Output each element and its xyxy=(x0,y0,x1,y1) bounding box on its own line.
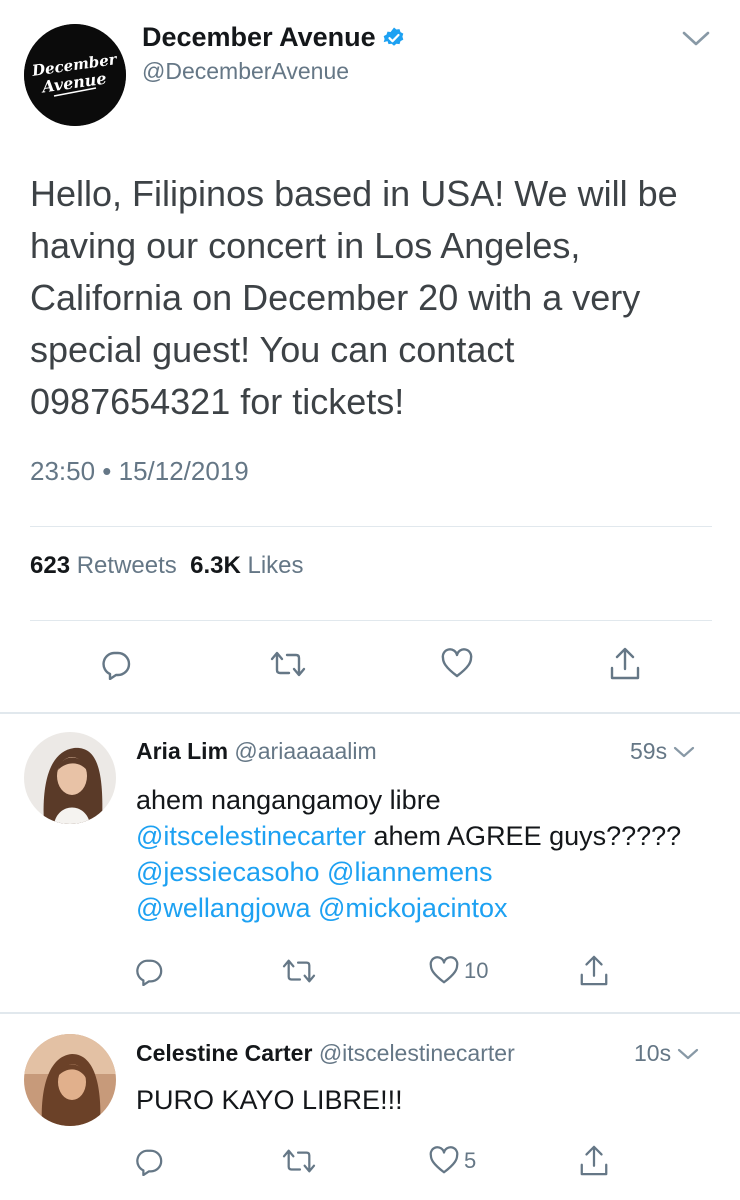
reply-header: Celestine Carter @itscelestinecarter xyxy=(136,1040,515,1067)
reply-text: PURO KAYO LIBRE!!! xyxy=(136,1085,403,1115)
share-button[interactable] xyxy=(578,954,610,988)
retweet-button[interactable] xyxy=(280,1146,318,1176)
reply-author-name[interactable]: Celestine Carter xyxy=(136,1040,312,1066)
reply-text: ahem nangangamoy libre @itscelestinecart… xyxy=(136,782,716,926)
author-handle[interactable]: @DecemberAvenue xyxy=(142,58,349,85)
author-name-text[interactable]: December Avenue xyxy=(142,22,376,53)
verified-badge-icon xyxy=(382,26,406,50)
retweet-icon xyxy=(282,959,316,983)
retweet-button[interactable] xyxy=(280,956,318,986)
divider xyxy=(30,526,712,527)
reply-author-name[interactable]: Aria Lim xyxy=(136,738,228,764)
chevron-down-icon[interactable] xyxy=(675,1045,701,1063)
tweet-stats: 623 Retweets 6.3K Likes xyxy=(30,552,304,580)
reply-avatar[interactable] xyxy=(24,732,116,824)
reply-time-text[interactable]: 10s xyxy=(634,1040,671,1067)
retweet-button[interactable] xyxy=(268,648,308,680)
like-button[interactable]: 10 xyxy=(428,956,488,986)
share-icon xyxy=(610,647,640,680)
like-button[interactable] xyxy=(440,648,474,680)
reply-button[interactable] xyxy=(134,956,164,986)
reply-avatar[interactable] xyxy=(24,1034,116,1126)
likes-label: Likes xyxy=(247,552,304,579)
reply-icon xyxy=(102,651,131,680)
tweet-timestamp[interactable]: 23:50 • 15/12/2019 xyxy=(30,456,249,487)
like-icon xyxy=(429,1146,459,1174)
like-icon xyxy=(441,648,473,678)
divider xyxy=(0,712,740,714)
mention-link[interactable]: @mickojacintox xyxy=(318,893,507,923)
mention-link[interactable]: @jessiecasoho xyxy=(136,857,320,887)
reply-author-handle[interactable]: @itscelestinecarter xyxy=(319,1040,515,1066)
reply-time-text[interactable]: 59s xyxy=(630,738,667,765)
share-icon xyxy=(580,955,608,986)
author-name[interactable]: December Avenue xyxy=(142,22,406,53)
like-button[interactable]: 5 xyxy=(428,1146,476,1176)
mention-link[interactable]: @itscelestinecarter xyxy=(136,821,366,851)
reply-icon xyxy=(136,959,163,986)
retweets-count: 623 xyxy=(30,552,71,579)
reply-header: Aria Lim @ariaaaaalim xyxy=(136,738,377,765)
divider xyxy=(30,620,712,621)
reply-author-handle[interactable]: @ariaaaaalim xyxy=(234,738,376,764)
reply-time: 59s xyxy=(630,738,697,765)
retweet-icon xyxy=(282,1149,316,1173)
like-icon xyxy=(429,956,459,984)
like-count: 5 xyxy=(464,1148,477,1173)
mention-link[interactable]: @wellangjowa xyxy=(136,893,311,923)
divider xyxy=(0,1012,740,1014)
retweets-stat[interactable]: 623 Retweets xyxy=(30,552,177,579)
reply-text-part: ahem AGREE guys????? xyxy=(366,821,682,851)
retweets-label: Retweets xyxy=(76,552,177,579)
likes-stat[interactable]: 6.3K Likes xyxy=(190,552,303,579)
reply-time: 10s xyxy=(634,1040,701,1067)
tweet-text: Hello, Filipinos based in USA! We will b… xyxy=(30,173,678,422)
reply-text-part: ahem nangangamoy libre xyxy=(136,785,441,815)
likes-count: 6.3K xyxy=(190,552,241,579)
retweet-icon xyxy=(270,651,306,677)
chevron-down-icon[interactable] xyxy=(680,28,712,50)
share-button[interactable] xyxy=(608,646,642,682)
profile-avatar[interactable]: December Avenue xyxy=(24,24,126,126)
reply-icon xyxy=(136,1149,163,1176)
reply-button[interactable] xyxy=(134,1146,164,1176)
share-button[interactable] xyxy=(578,1144,610,1178)
share-icon xyxy=(580,1145,608,1176)
chevron-down-icon[interactable] xyxy=(671,743,697,761)
reply-button[interactable] xyxy=(100,648,132,680)
like-count: 10 xyxy=(464,958,489,983)
mention-link[interactable]: @liannemens xyxy=(327,857,493,887)
